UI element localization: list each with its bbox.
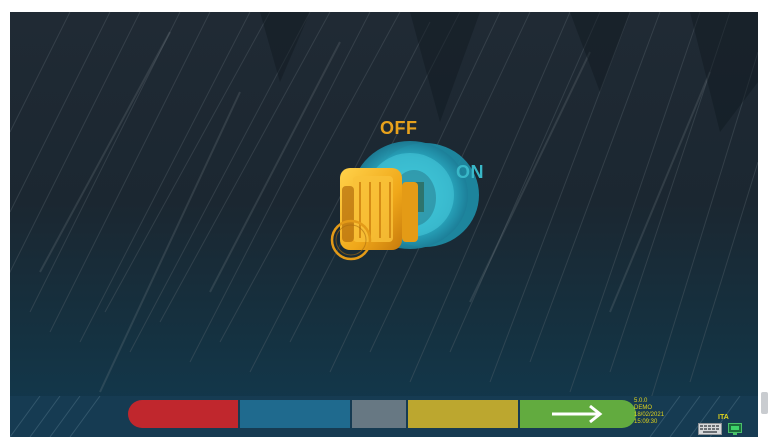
red-function-button[interactable]: [128, 400, 238, 428]
keyboard-icon[interactable]: [698, 423, 722, 435]
time-label: 15:09:30: [634, 419, 658, 425]
blue-function-button[interactable]: [240, 400, 350, 428]
language-label: ITA: [718, 414, 729, 421]
gray-function-button[interactable]: [352, 400, 406, 428]
date-label: 18/02/2021: [634, 412, 665, 418]
monitor-icon[interactable]: [728, 423, 742, 435]
yellow-function-button[interactable]: [408, 400, 518, 428]
arrow-right-icon: [552, 404, 603, 424]
off-position-label: OFF: [380, 118, 418, 138]
mode-label: DEMO: [634, 405, 652, 411]
main-screen: OFF ON 5.0.0 DEMO 18/02/2021 15:09:30 IT…: [10, 12, 758, 437]
ignition-switch-illustration: [330, 141, 479, 261]
version-label: 5.0.0: [634, 398, 648, 404]
next-button[interactable]: [520, 400, 636, 428]
side-panel-tab[interactable]: [761, 392, 768, 414]
on-position-label: ON: [456, 162, 484, 182]
